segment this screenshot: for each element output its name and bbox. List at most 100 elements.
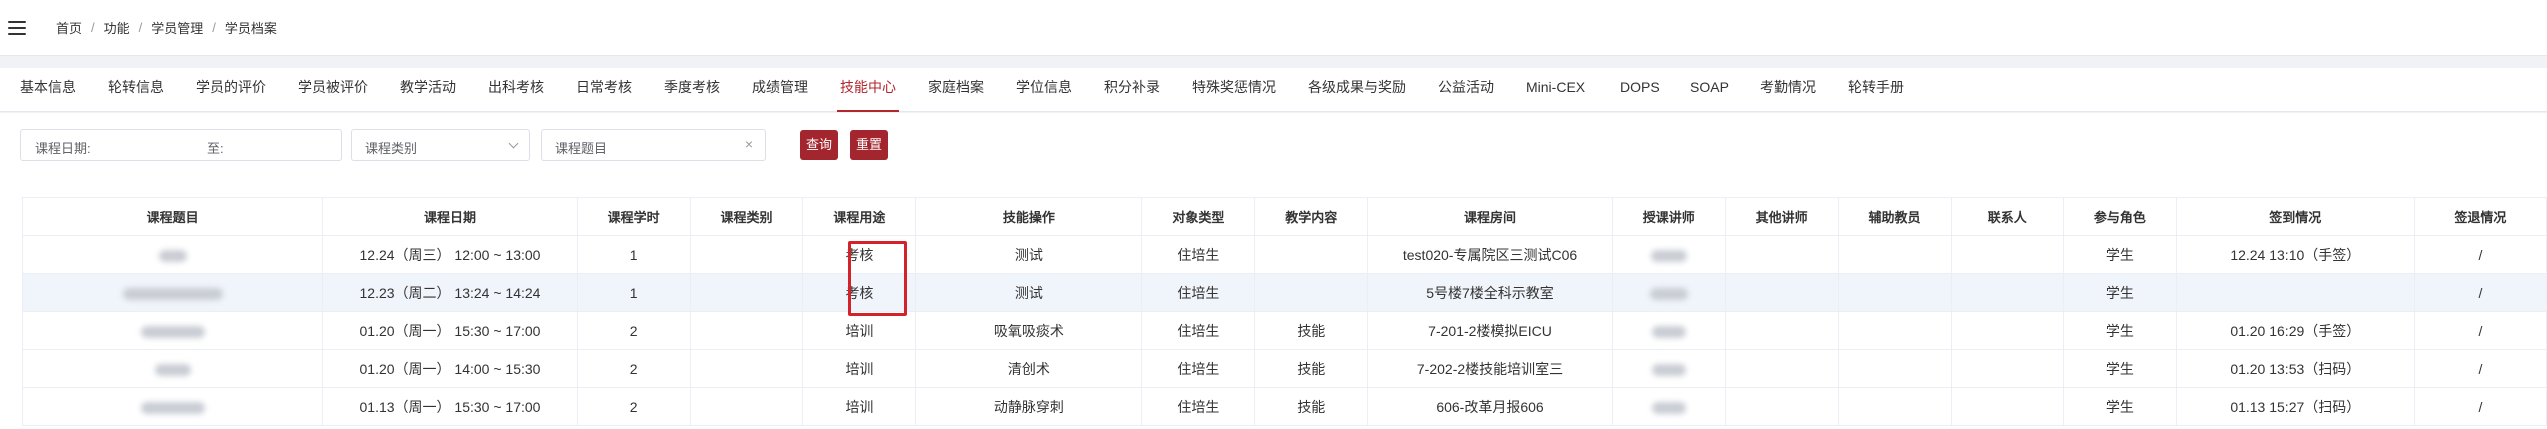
tab-dops[interactable]: DOPS [1620, 68, 1660, 112]
cell-course-date: 01.20（周一） 15:30 ~ 17:00 [322, 311, 578, 350]
breadcrumb-separator: / [212, 20, 216, 35]
breadcrumb-student-management[interactable]: 学员管理 [151, 18, 203, 37]
tab-points-supplement[interactable]: 积分补录 [1104, 68, 1160, 112]
header-assistant: 辅助教员 [1837, 197, 1952, 236]
tab-rotation-manual[interactable]: 轮转手册 [1848, 68, 1904, 112]
cell-teaching-content: 技能 [1254, 311, 1369, 350]
cell-course-room: 7-202-2楼技能培训室三 [1367, 349, 1613, 388]
redacted-text [140, 325, 205, 338]
table-row[interactable]: 01.20（周一） 15:30 ~ 17:00 2 培训 吸氧吸痰术 住培生 技… [21, 311, 2547, 350]
cell-skill-operation: 吸氧吸痰术 [915, 311, 1143, 350]
cell-course-hours: 2 [576, 387, 691, 426]
redacted-text [140, 401, 205, 414]
breadcrumb-function[interactable]: 功能 [104, 18, 130, 37]
breadcrumb-home[interactable]: 首页 [56, 18, 82, 37]
cell-contact [1950, 235, 2064, 274]
cell-course-purpose: 考核 [802, 273, 917, 312]
cell-contact [1950, 311, 2064, 350]
breadcrumb-separator: / [138, 20, 143, 35]
course-date-range-filter[interactable]: 课程日期: 至: [20, 129, 342, 161]
header-teaching-content: 教学内容 [1254, 197, 1369, 236]
cell-course-purpose: 考核 [802, 235, 917, 274]
cell-other-lecturer [1724, 349, 1839, 388]
tab-achievements[interactable]: 各级成果与奖励 [1308, 68, 1406, 112]
tab-mini-cex[interactable]: Mini-CEX [1526, 68, 1585, 112]
cell-sign-in: 12.24 13:10（手签） [2175, 235, 2415, 274]
header-role: 参与角色 [2062, 197, 2177, 236]
tab-daily-exam[interactable]: 日常考核 [576, 68, 632, 112]
cell-course-purpose: 培训 [802, 311, 917, 350]
header-sign-out: 签退情况 [2413, 197, 2547, 236]
cell-other-lecturer [1724, 235, 1839, 274]
tab-basic-info[interactable]: 基本信息 [20, 68, 76, 112]
table-row[interactable]: 12.23（周二） 13:24 ~ 14:24 1 考核 测试 住培生 5号楼7… [21, 273, 2547, 312]
tab-teaching-activity[interactable]: 教学活动 [400, 68, 456, 112]
tab-public-welfare[interactable]: 公益活动 [1438, 68, 1494, 112]
cell-contact [1950, 387, 2064, 426]
cell-course-category [689, 311, 804, 350]
redacted-text [1651, 401, 1686, 414]
cell-other-lecturer [1724, 387, 1839, 426]
table-row[interactable]: 01.13（周一） 15:30 ~ 17:00 2 培训 动静脉穿刺 住培生 技… [21, 387, 2547, 426]
cell-role: 学生 [2062, 387, 2177, 426]
course-topic-input[interactable]: 课程题目 × [541, 129, 766, 161]
cell-target-type: 住培生 [1141, 349, 1256, 388]
cell-course-category [689, 235, 804, 274]
cell-assistant [1837, 311, 1952, 350]
header-course-category: 课程类别 [689, 197, 804, 236]
reset-button[interactable]: 重置 [850, 130, 888, 160]
cell-course-category [689, 387, 804, 426]
cell-sign-out: / [2413, 387, 2547, 426]
header-target-type: 对象类型 [1141, 197, 1256, 236]
cell-skill-operation: 测试 [915, 273, 1143, 312]
course-category-select[interactable]: 课程类别 [351, 129, 530, 161]
tab-rotation-info[interactable]: 轮转信息 [108, 68, 164, 112]
redacted-text [158, 249, 187, 262]
cell-lecturer [1611, 311, 1726, 350]
query-button[interactable]: 查询 [800, 130, 838, 160]
tab-student-evaluation[interactable]: 学员的评价 [196, 68, 266, 112]
tab-quarterly-exam[interactable]: 季度考核 [664, 68, 720, 112]
cell-course-topic [21, 349, 324, 388]
cell-skill-operation: 测试 [915, 235, 1143, 274]
breadcrumb-separator: / [91, 20, 95, 35]
table-row[interactable]: 12.24（周三） 12:00 ~ 13:00 1 考核 测试 住培生 test… [21, 235, 2547, 274]
tab-degree-info[interactable]: 学位信息 [1016, 68, 1072, 112]
tab-special-rewards[interactable]: 特殊奖惩情况 [1192, 68, 1276, 112]
header-skill-operation: 技能操作 [915, 197, 1143, 236]
cell-teaching-content [1254, 235, 1369, 274]
cell-skill-operation: 动静脉穿刺 [915, 387, 1143, 426]
cell-role: 学生 [2062, 349, 2177, 388]
tab-family-archive[interactable]: 家庭档案 [928, 68, 984, 112]
tab-student-evaluated[interactable]: 学员被评价 [298, 68, 368, 112]
tab-attendance[interactable]: 考勤情况 [1760, 68, 1816, 112]
cell-course-category [689, 349, 804, 388]
top-bar: 首页 / 功能 / 学员管理 / 学员档案 [0, 0, 2547, 56]
cell-sign-out: / [2413, 349, 2547, 388]
cell-course-topic [21, 273, 324, 312]
cell-teaching-content [1254, 273, 1369, 312]
cell-lecturer [1611, 273, 1726, 312]
header-course-hours: 课程学时 [576, 197, 691, 236]
cell-other-lecturer [1724, 311, 1839, 350]
redacted-text [122, 287, 223, 300]
hamburger-menu-icon[interactable] [8, 20, 26, 35]
cell-sign-out: / [2413, 273, 2547, 312]
tab-skill-center[interactable]: 技能中心 [837, 68, 899, 112]
cell-role: 学生 [2062, 235, 2177, 274]
breadcrumb-student-archive: 学员档案 [224, 21, 277, 36]
cell-assistant [1837, 349, 1952, 388]
cell-lecturer [1611, 349, 1726, 388]
course-category-placeholder: 课程类别 [365, 141, 418, 156]
header-course-date: 课程日期 [322, 197, 578, 236]
tab-score-management[interactable]: 成绩管理 [752, 68, 808, 112]
cell-course-date: 01.20（周一） 14:00 ~ 15:30 [322, 349, 578, 388]
cell-lecturer [1611, 235, 1726, 274]
cell-sign-in [2175, 273, 2415, 312]
tab-department-exam[interactable]: 出科考核 [488, 68, 544, 112]
cell-teaching-content: 技能 [1254, 387, 1369, 426]
clear-icon[interactable]: × [745, 136, 753, 152]
table-row[interactable]: 01.20（周一） 14:00 ~ 15:30 2 培训 清创术 住培生 技能 … [21, 349, 2547, 388]
tab-soap[interactable]: SOAP [1690, 68, 1729, 112]
cell-other-lecturer [1724, 273, 1839, 312]
